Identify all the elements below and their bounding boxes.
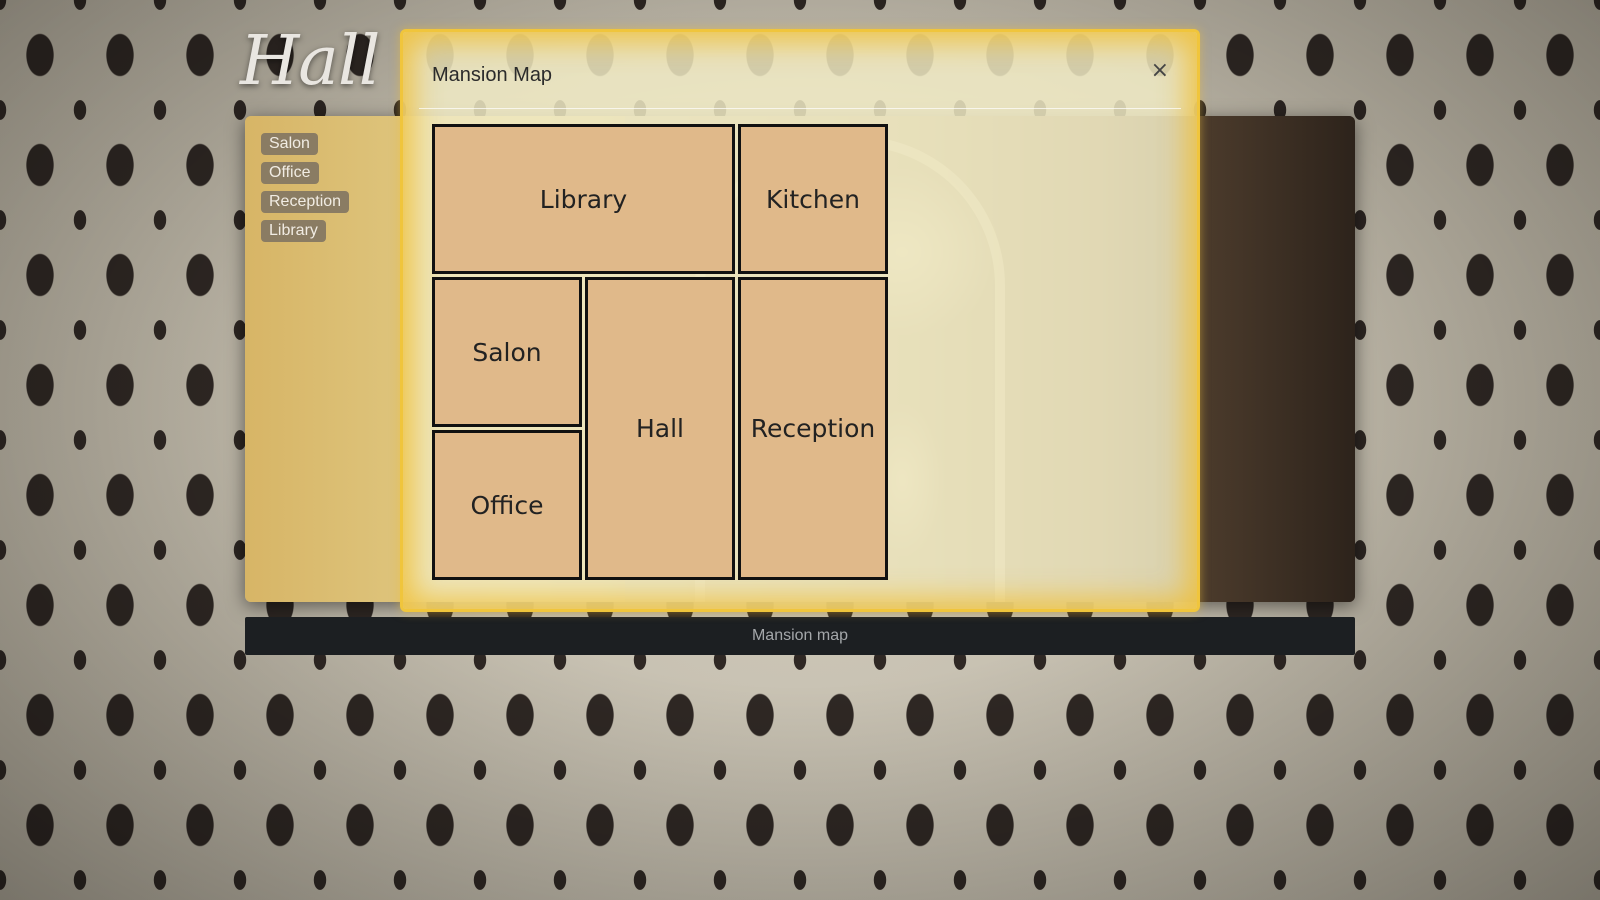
map-room-office[interactable]: Office: [432, 430, 582, 580]
modal-header: Mansion Map ×: [419, 32, 1181, 109]
nav-item-library[interactable]: Library: [261, 220, 326, 242]
modal-title: Mansion Map: [432, 64, 553, 86]
nav-item-salon[interactable]: Salon: [261, 133, 318, 155]
map-room-salon[interactable]: Salon: [432, 277, 582, 427]
map-room-kitchen[interactable]: Kitchen: [738, 124, 888, 274]
mansion-map-button[interactable]: Mansion map: [245, 617, 1355, 655]
map-room-hall[interactable]: Hall: [585, 277, 735, 580]
room-navigation: Salon Office Reception Library: [261, 133, 350, 242]
nav-item-office[interactable]: Office: [261, 162, 319, 184]
nav-item-reception[interactable]: Reception: [261, 191, 350, 213]
close-icon[interactable]: ×: [1151, 58, 1169, 83]
room-title: Hall: [240, 22, 380, 101]
map-room-library[interactable]: Library: [432, 124, 735, 274]
map-room-reception[interactable]: Reception: [738, 277, 888, 580]
